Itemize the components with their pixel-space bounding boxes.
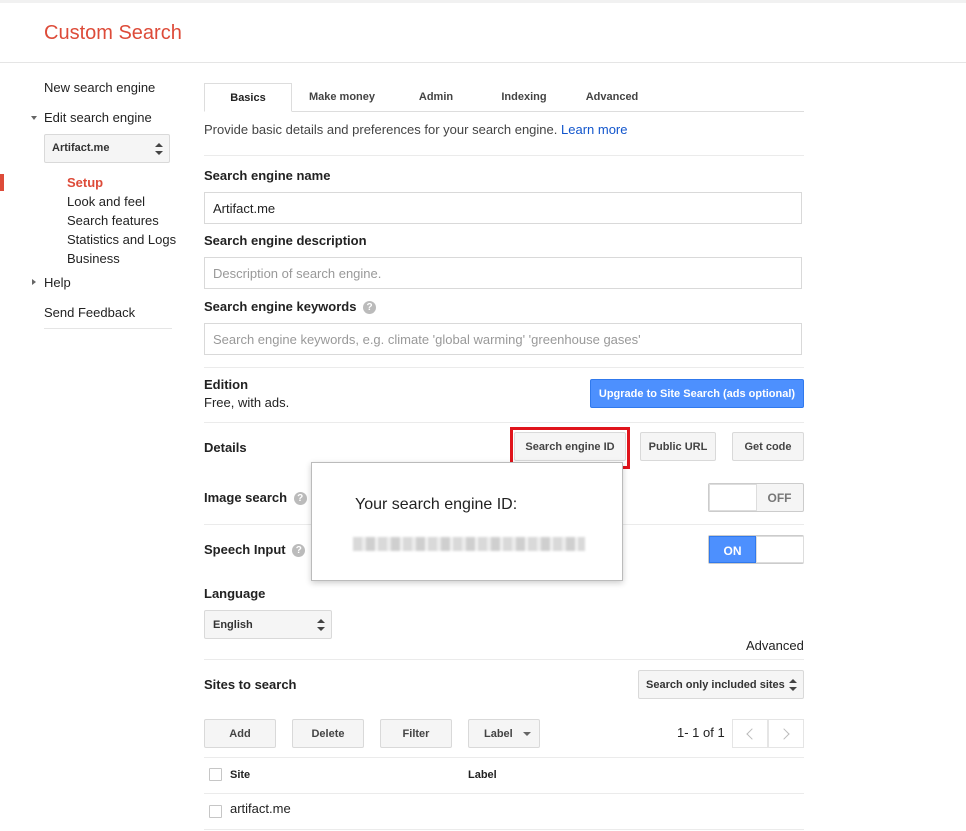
speech-input-label-text: Speech Input xyxy=(204,542,286,557)
sites-filter-select[interactable]: Search only included sites xyxy=(638,670,804,699)
name-input[interactable] xyxy=(204,192,802,224)
edition-value: Free, with ads. xyxy=(204,395,290,410)
edit-search-engine-link[interactable]: Edit search engine xyxy=(44,110,152,125)
sidebar-item-search-features[interactable]: Search features xyxy=(67,213,159,228)
sidebar-divider xyxy=(44,328,172,329)
expand-down-icon[interactable] xyxy=(31,116,37,120)
learn-more-link[interactable]: Learn more xyxy=(561,122,627,137)
edition-label: Edition xyxy=(204,377,249,392)
question-circle-icon[interactable]: ? xyxy=(363,301,377,314)
site-link[interactable]: artifact.me xyxy=(230,801,291,816)
image-search-label: Image search ? xyxy=(204,490,307,505)
pagination-text: 1- 1 of 1 xyxy=(677,725,725,740)
speech-input-toggle[interactable]: ON xyxy=(708,535,804,564)
tab-indexing[interactable]: Indexing xyxy=(488,83,560,112)
updown-arrows-icon xyxy=(317,619,325,631)
upgrade-button[interactable]: Upgrade to Site Search (ads optional) xyxy=(590,379,804,408)
tab-bar: Basics Make money Admin Indexing Advance… xyxy=(204,83,804,112)
keywords-label: Search engine keywords ? xyxy=(204,299,377,314)
divider xyxy=(204,757,804,758)
label-button-text: Label xyxy=(484,728,513,740)
divider xyxy=(204,422,804,423)
tab-advanced[interactable]: Advanced xyxy=(574,83,650,112)
speech-input-label: Speech Input ? xyxy=(204,542,306,557)
search-engine-id-popup: Your search engine ID: xyxy=(311,462,623,581)
sidebar-item-setup[interactable]: Setup xyxy=(67,175,103,190)
language-select[interactable]: English xyxy=(204,610,332,639)
active-indicator xyxy=(0,174,4,191)
column-header-label: Label xyxy=(468,769,497,781)
sites-label: Sites to search xyxy=(204,677,297,692)
description-label: Search engine description xyxy=(204,233,367,248)
chevron-left-icon xyxy=(746,728,758,740)
tab-basics[interactable]: Basics xyxy=(204,83,292,112)
details-label: Details xyxy=(204,440,247,455)
divider xyxy=(204,367,804,368)
language-label: Language xyxy=(204,586,266,601)
expand-right-icon[interactable] xyxy=(32,279,36,285)
send-feedback-link[interactable]: Send Feedback xyxy=(44,305,135,320)
divider xyxy=(204,659,804,660)
add-button[interactable]: Add xyxy=(204,719,276,748)
popup-title: Your search engine ID: xyxy=(355,496,518,513)
select-all-checkbox[interactable] xyxy=(209,768,222,781)
keywords-input[interactable] xyxy=(204,323,802,355)
toggle-state: OFF xyxy=(767,491,792,505)
toggle-state: ON xyxy=(709,536,756,563)
engine-select[interactable]: Artifact.me xyxy=(44,134,170,163)
keywords-label-text: Search engine keywords xyxy=(204,299,357,314)
language-value: English xyxy=(213,619,253,631)
filter-button[interactable]: Filter xyxy=(380,719,452,748)
updown-arrows-icon xyxy=(789,679,797,691)
chevron-right-icon xyxy=(778,728,790,740)
name-label: Search engine name xyxy=(204,168,331,183)
question-circle-icon[interactable]: ? xyxy=(292,544,306,557)
tab-admin[interactable]: Admin xyxy=(400,83,472,112)
image-search-toggle[interactable]: OFF xyxy=(708,483,804,512)
label-dropdown-button[interactable]: Label xyxy=(468,719,540,748)
public-url-button[interactable]: Public URL xyxy=(640,432,716,461)
help-link[interactable]: Help xyxy=(44,275,71,290)
app-title[interactable]: Custom Search xyxy=(44,22,182,45)
divider xyxy=(204,155,804,156)
column-header-site: Site xyxy=(230,769,251,781)
next-page-button[interactable] xyxy=(768,719,804,748)
delete-button[interactable]: Delete xyxy=(292,719,364,748)
sites-filter-value: Search only included sites xyxy=(646,679,785,691)
divider xyxy=(204,793,804,794)
intro-description: Provide basic details and preferences fo… xyxy=(204,122,627,137)
sidebar-item-look-and-feel[interactable]: Look and feel xyxy=(67,194,145,209)
tab-make-money[interactable]: Make money xyxy=(300,83,384,112)
sidebar-item-statistics[interactable]: Statistics and Logs xyxy=(67,232,176,247)
divider xyxy=(204,829,804,830)
toggle-knob xyxy=(709,484,757,511)
prev-page-button[interactable] xyxy=(732,719,768,748)
caret-down-icon xyxy=(523,732,531,736)
get-code-button[interactable]: Get code xyxy=(732,432,804,461)
intro-text: Provide basic details and preferences fo… xyxy=(204,122,558,137)
new-search-engine-link[interactable]: New search engine xyxy=(44,80,155,95)
row-checkbox[interactable] xyxy=(209,805,222,818)
question-circle-icon[interactable]: ? xyxy=(293,492,307,505)
advanced-link[interactable]: Advanced xyxy=(746,638,804,653)
redacted-engine-id xyxy=(353,537,585,551)
engine-select-value: Artifact.me xyxy=(52,142,110,154)
header: Custom Search xyxy=(0,0,966,63)
sidebar-item-business[interactable]: Business xyxy=(67,251,120,266)
image-search-label-text: Image search xyxy=(204,490,288,505)
updown-arrows-icon xyxy=(155,143,163,155)
description-input[interactable] xyxy=(204,257,802,289)
toggle-knob xyxy=(756,536,804,563)
